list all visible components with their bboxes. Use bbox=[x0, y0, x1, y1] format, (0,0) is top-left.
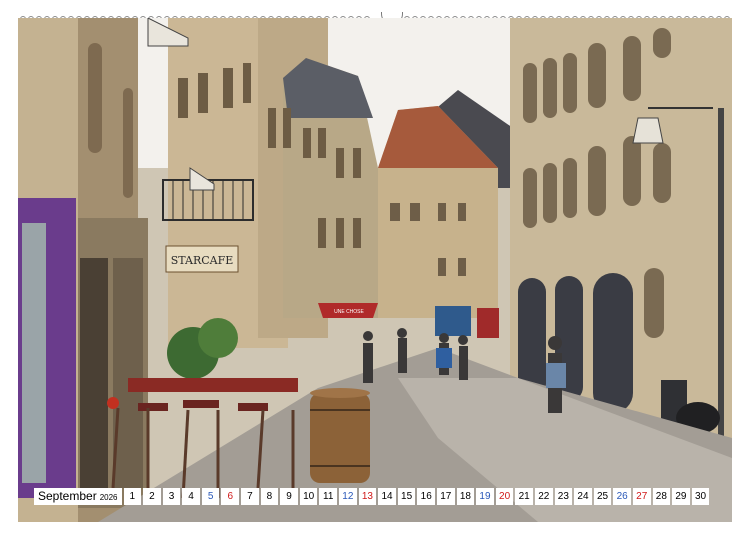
month-name: September bbox=[38, 489, 97, 503]
day-cell-18: 18 bbox=[456, 488, 475, 505]
day-cell-26: 26 bbox=[613, 488, 631, 505]
day-cell-6: 6 bbox=[221, 488, 240, 505]
day-cell-7: 7 bbox=[241, 488, 259, 505]
day-cell-25: 25 bbox=[593, 488, 612, 505]
month-calendar-strip: September 2026 1 2 3 4 5 6 7 8 9 10 11 12 13 14 15 16 17 1… bbox=[34, 488, 711, 505]
cafe-sign: STARCAFE bbox=[171, 254, 234, 267]
shop-sign: UNE CHOSE bbox=[334, 309, 364, 315]
day-cell-16: 16 bbox=[417, 488, 435, 505]
day-cell-8: 8 bbox=[260, 488, 279, 505]
day-cell-30: 30 bbox=[691, 488, 710, 505]
day-cell-23: 23 bbox=[554, 488, 573, 505]
day-cell-10: 10 bbox=[299, 488, 318, 505]
day-cell-12: 12 bbox=[339, 488, 357, 505]
street-scene: STARCAFE UNE CHOSE bbox=[18, 18, 732, 522]
day-cell-4: 4 bbox=[182, 488, 200, 505]
day-cell-22: 22 bbox=[534, 488, 553, 505]
day-cell-24: 24 bbox=[574, 488, 592, 505]
day-cell-5: 5 bbox=[201, 488, 220, 505]
day-cell-29: 29 bbox=[672, 488, 690, 505]
day-cell-19: 19 bbox=[476, 488, 494, 505]
day-cell-17: 17 bbox=[437, 488, 455, 505]
year-label: 2026 bbox=[99, 493, 118, 502]
day-cells: 1 2 3 4 5 6 7 8 9 10 11 12 13 14 15 16 17 18 19 20 21 22 23 24 2… bbox=[123, 488, 712, 505]
day-cell-2: 2 bbox=[143, 488, 161, 505]
day-cell-20: 20 bbox=[495, 488, 514, 505]
day-cell-9: 9 bbox=[280, 488, 298, 505]
day-cell-28: 28 bbox=[652, 488, 671, 505]
day-cell-15: 15 bbox=[397, 488, 416, 505]
day-cell-21: 21 bbox=[515, 488, 533, 505]
calendar-page: STARCAFE UNE CHOSE September 2026 1 2 3 … bbox=[0, 0, 750, 540]
month-label: September 2026 bbox=[34, 488, 122, 505]
day-cell-3: 3 bbox=[162, 488, 181, 505]
day-cell-11: 11 bbox=[319, 488, 338, 505]
day-cell-27: 27 bbox=[632, 488, 651, 505]
street-photo: STARCAFE UNE CHOSE bbox=[18, 18, 732, 522]
day-cell-1: 1 bbox=[123, 488, 142, 505]
day-cell-14: 14 bbox=[378, 488, 396, 505]
day-cell-13: 13 bbox=[358, 488, 377, 505]
